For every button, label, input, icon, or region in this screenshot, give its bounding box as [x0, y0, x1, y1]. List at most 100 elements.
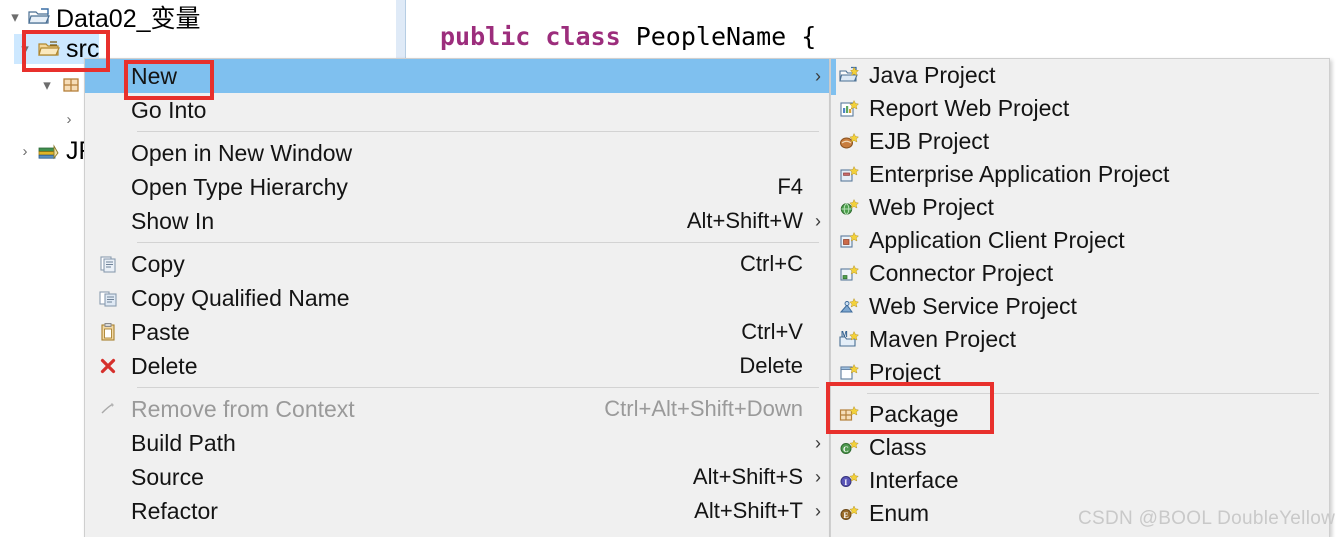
new-project-icon: [831, 362, 867, 384]
project-folder-icon: [26, 7, 52, 27]
menu-separator: [137, 131, 819, 132]
copy-qualified-icon: [85, 288, 131, 308]
menu-item-remove-from-context[interactable]: Remove from Context Ctrl+Alt+Shift+Down …: [85, 392, 829, 426]
menu-item-copy-qualified-name-label: Copy Qualified Name: [131, 284, 350, 311]
menu-item-paste-accel: Ctrl+V: [741, 319, 803, 344]
menu-item-refactor-label: Refactor: [131, 497, 218, 524]
menu-item-delete-label: Delete: [131, 352, 198, 379]
submenu-item-maven-project[interactable]: M Maven Project: [831, 323, 1329, 356]
remove-context-icon: [85, 399, 131, 419]
new-package-icon: [831, 404, 867, 426]
menu-item-copy-accel: Ctrl+C: [740, 251, 803, 276]
package-icon: [58, 75, 84, 95]
submenu-item-web-service-project[interactable]: Web Service Project: [831, 290, 1329, 323]
menu-item-new[interactable]: New ›: [85, 59, 829, 93]
menu-item-show-in-accel: Alt+Shift+W: [686, 208, 803, 233]
chevron-right-icon: ›: [815, 466, 821, 487]
new-interface-icon: I: [831, 470, 867, 492]
submenu-item-class[interactable]: C Class: [831, 431, 1329, 464]
submenu-item-project-label: Project: [869, 359, 941, 385]
paste-icon: [85, 322, 131, 342]
watermark: CSDN @BOOL DoubleYellow: [1078, 508, 1336, 529]
submenu-item-application-client-project-label: Application Client Project: [869, 227, 1125, 253]
submenu-item-report-web-project-label: Report Web Project: [869, 95, 1070, 121]
submenu-item-connector-project[interactable]: Connector Project: [831, 257, 1329, 290]
new-connector-project-icon: [831, 263, 867, 285]
menu-item-paste[interactable]: Paste Ctrl+V ›: [85, 315, 829, 349]
svg-text:E: E: [843, 511, 848, 520]
new-enum-icon: E: [831, 503, 867, 525]
chevron-down-icon[interactable]: ▾: [36, 78, 58, 93]
menu-item-open-type-hierarchy-accel: F4: [777, 174, 803, 199]
new-web-service-project-icon: [831, 296, 867, 318]
submenu-item-web-project-label: Web Project: [869, 194, 994, 220]
submenu-item-ejb-project[interactable]: EJB Project: [831, 125, 1329, 158]
code-keyword-public: public: [440, 22, 531, 51]
menu-item-remove-from-context-accel: Ctrl+Alt+Shift+Down: [604, 396, 803, 421]
menu-item-build-path-label: Build Path: [131, 429, 236, 456]
chevron-down-icon[interactable]: ▾: [4, 10, 26, 25]
submenu-item-interface[interactable]: I Interface: [831, 464, 1329, 497]
eclipse-ide-screenshot: ▾ Data02_变量 ▾ src ▾ › › JR public class …: [0, 0, 1338, 537]
chevron-right-icon: ›: [815, 210, 821, 231]
menu-item-go-into[interactable]: Go Into ›: [85, 93, 829, 127]
code-class-declaration: PeopleName {: [620, 22, 817, 51]
submenu-item-application-client-project[interactable]: Application Client Project: [831, 224, 1329, 257]
menu-item-open-in-new-window[interactable]: Open in New Window ›: [85, 136, 829, 170]
menu-item-copy-qualified-name[interactable]: Copy Qualified Name ›: [85, 281, 829, 315]
submenu-item-web-service-project-label: Web Service Project: [869, 293, 1077, 319]
chevron-right-icon[interactable]: ›: [58, 112, 80, 127]
submenu-item-maven-project-label: Maven Project: [869, 326, 1017, 352]
tree-item-project[interactable]: ▾ Data02_变量: [4, 2, 201, 33]
menu-item-paste-label: Paste: [131, 318, 190, 345]
menu-item-source[interactable]: Source Alt+Shift+S ›: [85, 460, 829, 494]
code-line: public class PeopleName {: [440, 22, 816, 51]
menu-item-refactor-accel: Alt+Shift+T: [694, 498, 803, 523]
copy-icon: [85, 254, 131, 274]
delete-icon: [85, 356, 131, 376]
submenu-item-enterprise-application-project-label: Enterprise Application Project: [869, 161, 1170, 187]
new-app-client-project-icon: [831, 230, 867, 252]
menu-item-build-path[interactable]: Build Path ›: [85, 426, 829, 460]
chevron-right-icon[interactable]: ›: [14, 144, 36, 159]
menu-item-copy[interactable]: Copy Ctrl+C ›: [85, 247, 829, 281]
menu-item-copy-label: Copy: [131, 250, 185, 277]
new-enterprise-app-project-icon: [831, 164, 867, 186]
chevron-down-icon[interactable]: ▾: [14, 42, 36, 57]
menu-item-delete[interactable]: Delete Delete ›: [85, 349, 829, 383]
svg-text:C: C: [843, 445, 849, 454]
svg-text:M: M: [841, 330, 848, 339]
submenu-item-class-label: Class: [869, 434, 927, 460]
menu-item-new-label: New: [131, 62, 178, 89]
code-keyword-class: class: [545, 22, 621, 51]
new-maven-project-icon: M: [831, 329, 867, 351]
submenu-item-package[interactable]: Package: [831, 398, 1329, 431]
menu-item-go-into-label: Go Into: [131, 96, 207, 123]
submenu-item-interface-label: Interface: [869, 467, 959, 493]
submenu-item-web-project[interactable]: Web Project: [831, 191, 1329, 224]
jre-library-icon: [36, 141, 62, 161]
menu-item-source-label: Source: [131, 463, 204, 490]
new-report-web-project-icon: [831, 98, 867, 120]
submenu-item-report-web-project[interactable]: Report Web Project: [831, 92, 1329, 125]
new-submenu[interactable]: Java Project Report Web Project EJB Proj…: [830, 58, 1330, 537]
chevron-right-icon: ›: [815, 500, 821, 521]
chevron-right-icon: ›: [815, 432, 821, 453]
source-folder-icon: [36, 39, 62, 59]
new-ejb-project-icon: [831, 131, 867, 153]
submenu-item-connector-project-label: Connector Project: [869, 260, 1054, 286]
menu-item-open-type-hierarchy-label: Open Type Hierarchy: [131, 173, 348, 200]
context-menu[interactable]: New › Go Into › Open in New Window › Ope…: [84, 58, 830, 537]
chevron-right-icon: ›: [815, 65, 821, 86]
submenu-item-java-project[interactable]: Java Project: [831, 59, 1329, 92]
new-java-project-icon: [831, 65, 867, 87]
menu-item-refactor[interactable]: Refactor Alt+Shift+T ›: [85, 494, 829, 528]
submenu-item-enterprise-application-project[interactable]: Enterprise Application Project: [831, 158, 1329, 191]
submenu-item-package-label: Package: [869, 401, 959, 427]
menu-separator: [137, 242, 819, 243]
submenu-item-project[interactable]: Project: [831, 356, 1329, 389]
submenu-separator: [867, 393, 1319, 394]
menu-item-open-type-hierarchy[interactable]: Open Type Hierarchy F4 ›: [85, 170, 829, 204]
menu-item-show-in[interactable]: Show In Alt+Shift+W ›: [85, 204, 829, 238]
tree-item-project-label: Data02_变量: [56, 5, 201, 33]
